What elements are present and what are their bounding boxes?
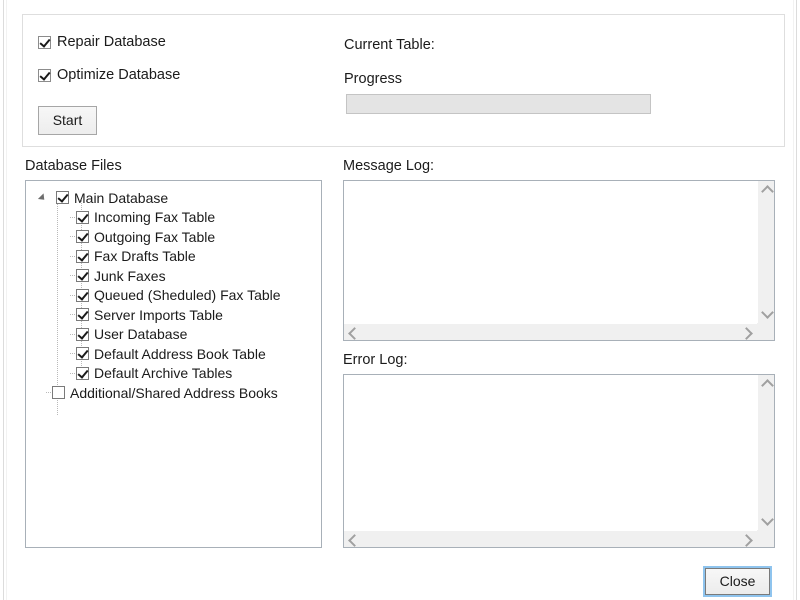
tree-label-child: Default Address Book Table xyxy=(94,347,266,361)
tree-node-child[interactable]: Junk Faxes xyxy=(26,266,321,286)
database-files-tree[interactable]: Main Database Incoming Fax Table Outgoin… xyxy=(25,180,322,548)
error-log-horizontal-scrollbar[interactable] xyxy=(344,530,757,547)
window-edge-right-inner xyxy=(793,0,794,600)
tree-checkbox-child[interactable] xyxy=(76,289,89,302)
tree-node-child[interactable]: Server Imports Table xyxy=(26,305,321,325)
tree-node-child[interactable]: Incoming Fax Table xyxy=(26,208,321,228)
tree-checkbox-child[interactable] xyxy=(76,347,89,360)
tree-checkbox-child[interactable] xyxy=(76,250,89,263)
optimize-database-checkbox-row[interactable]: Optimize Database xyxy=(38,68,180,82)
tree-node-child[interactable]: Default Archive Tables xyxy=(26,364,321,384)
tree-checkbox-additional-shared-address-books[interactable] xyxy=(52,386,65,399)
tree-label-child: Default Archive Tables xyxy=(94,366,232,380)
error-log-vertical-scrollbar[interactable] xyxy=(757,375,774,530)
tree-label-child: User Database xyxy=(94,327,187,341)
current-table-label: Current Table: xyxy=(344,37,435,53)
message-log-caption: Message Log: xyxy=(343,158,434,174)
chevron-left-icon[interactable] xyxy=(348,327,361,340)
window-edge-left-inner xyxy=(6,0,7,600)
chevron-up-icon[interactable] xyxy=(761,185,774,198)
tree-label-additional-shared-address-books: Additional/Shared Address Books xyxy=(70,386,278,400)
tree-node-child[interactable]: Fax Drafts Table xyxy=(26,247,321,267)
tree-label-child: Server Imports Table xyxy=(94,308,223,322)
error-log-caption: Error Log: xyxy=(343,352,407,368)
options-group-box: Repair Database Optimize Database Start … xyxy=(22,14,785,147)
tree-node-child[interactable]: User Database xyxy=(26,325,321,345)
tree-node-additional-shared-address-books[interactable]: Additional/Shared Address Books xyxy=(26,383,321,403)
repair-database-checkbox[interactable] xyxy=(38,36,51,49)
tree-node-child[interactable]: Queued (Sheduled) Fax Table xyxy=(26,286,321,306)
progress-bar xyxy=(346,94,651,114)
window-edge-left xyxy=(3,0,4,600)
message-log-horizontal-scrollbar[interactable] xyxy=(344,323,757,340)
progress-label: Progress xyxy=(344,71,402,87)
database-maintenance-dialog: Repair Database Optimize Database Start … xyxy=(0,0,800,600)
tree-node-child[interactable]: Default Address Book Table xyxy=(26,344,321,364)
chevron-right-icon[interactable] xyxy=(740,534,753,547)
tree-node-child[interactable]: Outgoing Fax Table xyxy=(26,227,321,247)
tree-label-child: Outgoing Fax Table xyxy=(94,230,215,244)
repair-database-label: Repair Database xyxy=(57,35,166,49)
tree-label-child: Queued (Sheduled) Fax Table xyxy=(94,288,281,302)
chevron-left-icon[interactable] xyxy=(348,534,361,547)
tree-label-child: Fax Drafts Table xyxy=(94,249,196,263)
tree-inner: Main Database Incoming Fax Table Outgoin… xyxy=(26,181,321,403)
chevron-down-icon[interactable] xyxy=(761,306,774,319)
message-log-scroll-corner xyxy=(757,323,774,340)
tree-label-child: Incoming Fax Table xyxy=(94,210,215,224)
tree-checkbox-child[interactable] xyxy=(76,328,89,341)
close-button[interactable]: Close xyxy=(705,568,770,595)
message-log-vertical-scrollbar[interactable] xyxy=(757,181,774,323)
tree-checkbox-child[interactable] xyxy=(76,367,89,380)
start-button[interactable]: Start xyxy=(38,106,97,135)
error-log-box[interactable] xyxy=(343,374,775,548)
error-log-text[interactable] xyxy=(344,375,757,530)
chevron-right-icon[interactable] xyxy=(740,327,753,340)
message-log-box[interactable] xyxy=(343,180,775,341)
window-edge-right xyxy=(796,0,797,600)
chevron-down-icon[interactable] xyxy=(761,513,774,526)
optimize-database-checkbox[interactable] xyxy=(38,69,51,82)
tree-label-main-database: Main Database xyxy=(74,191,168,205)
chevron-up-icon[interactable] xyxy=(761,379,774,392)
repair-database-checkbox-row[interactable]: Repair Database xyxy=(38,35,166,49)
tree-checkbox-child[interactable] xyxy=(76,308,89,321)
optimize-database-label: Optimize Database xyxy=(57,68,180,82)
tree-checkbox-child[interactable] xyxy=(76,230,89,243)
tree-checkbox-child[interactable] xyxy=(76,211,89,224)
tree-checkbox-main-database[interactable] xyxy=(56,191,69,204)
tree-checkbox-child[interactable] xyxy=(76,269,89,282)
error-log-scroll-corner xyxy=(757,530,774,547)
tree-node-main-database[interactable]: Main Database xyxy=(26,188,321,208)
expander-triangle-icon[interactable] xyxy=(38,193,47,202)
tree-label-child: Junk Faxes xyxy=(94,269,166,283)
message-log-text[interactable] xyxy=(344,181,757,323)
database-files-caption: Database Files xyxy=(25,158,122,174)
